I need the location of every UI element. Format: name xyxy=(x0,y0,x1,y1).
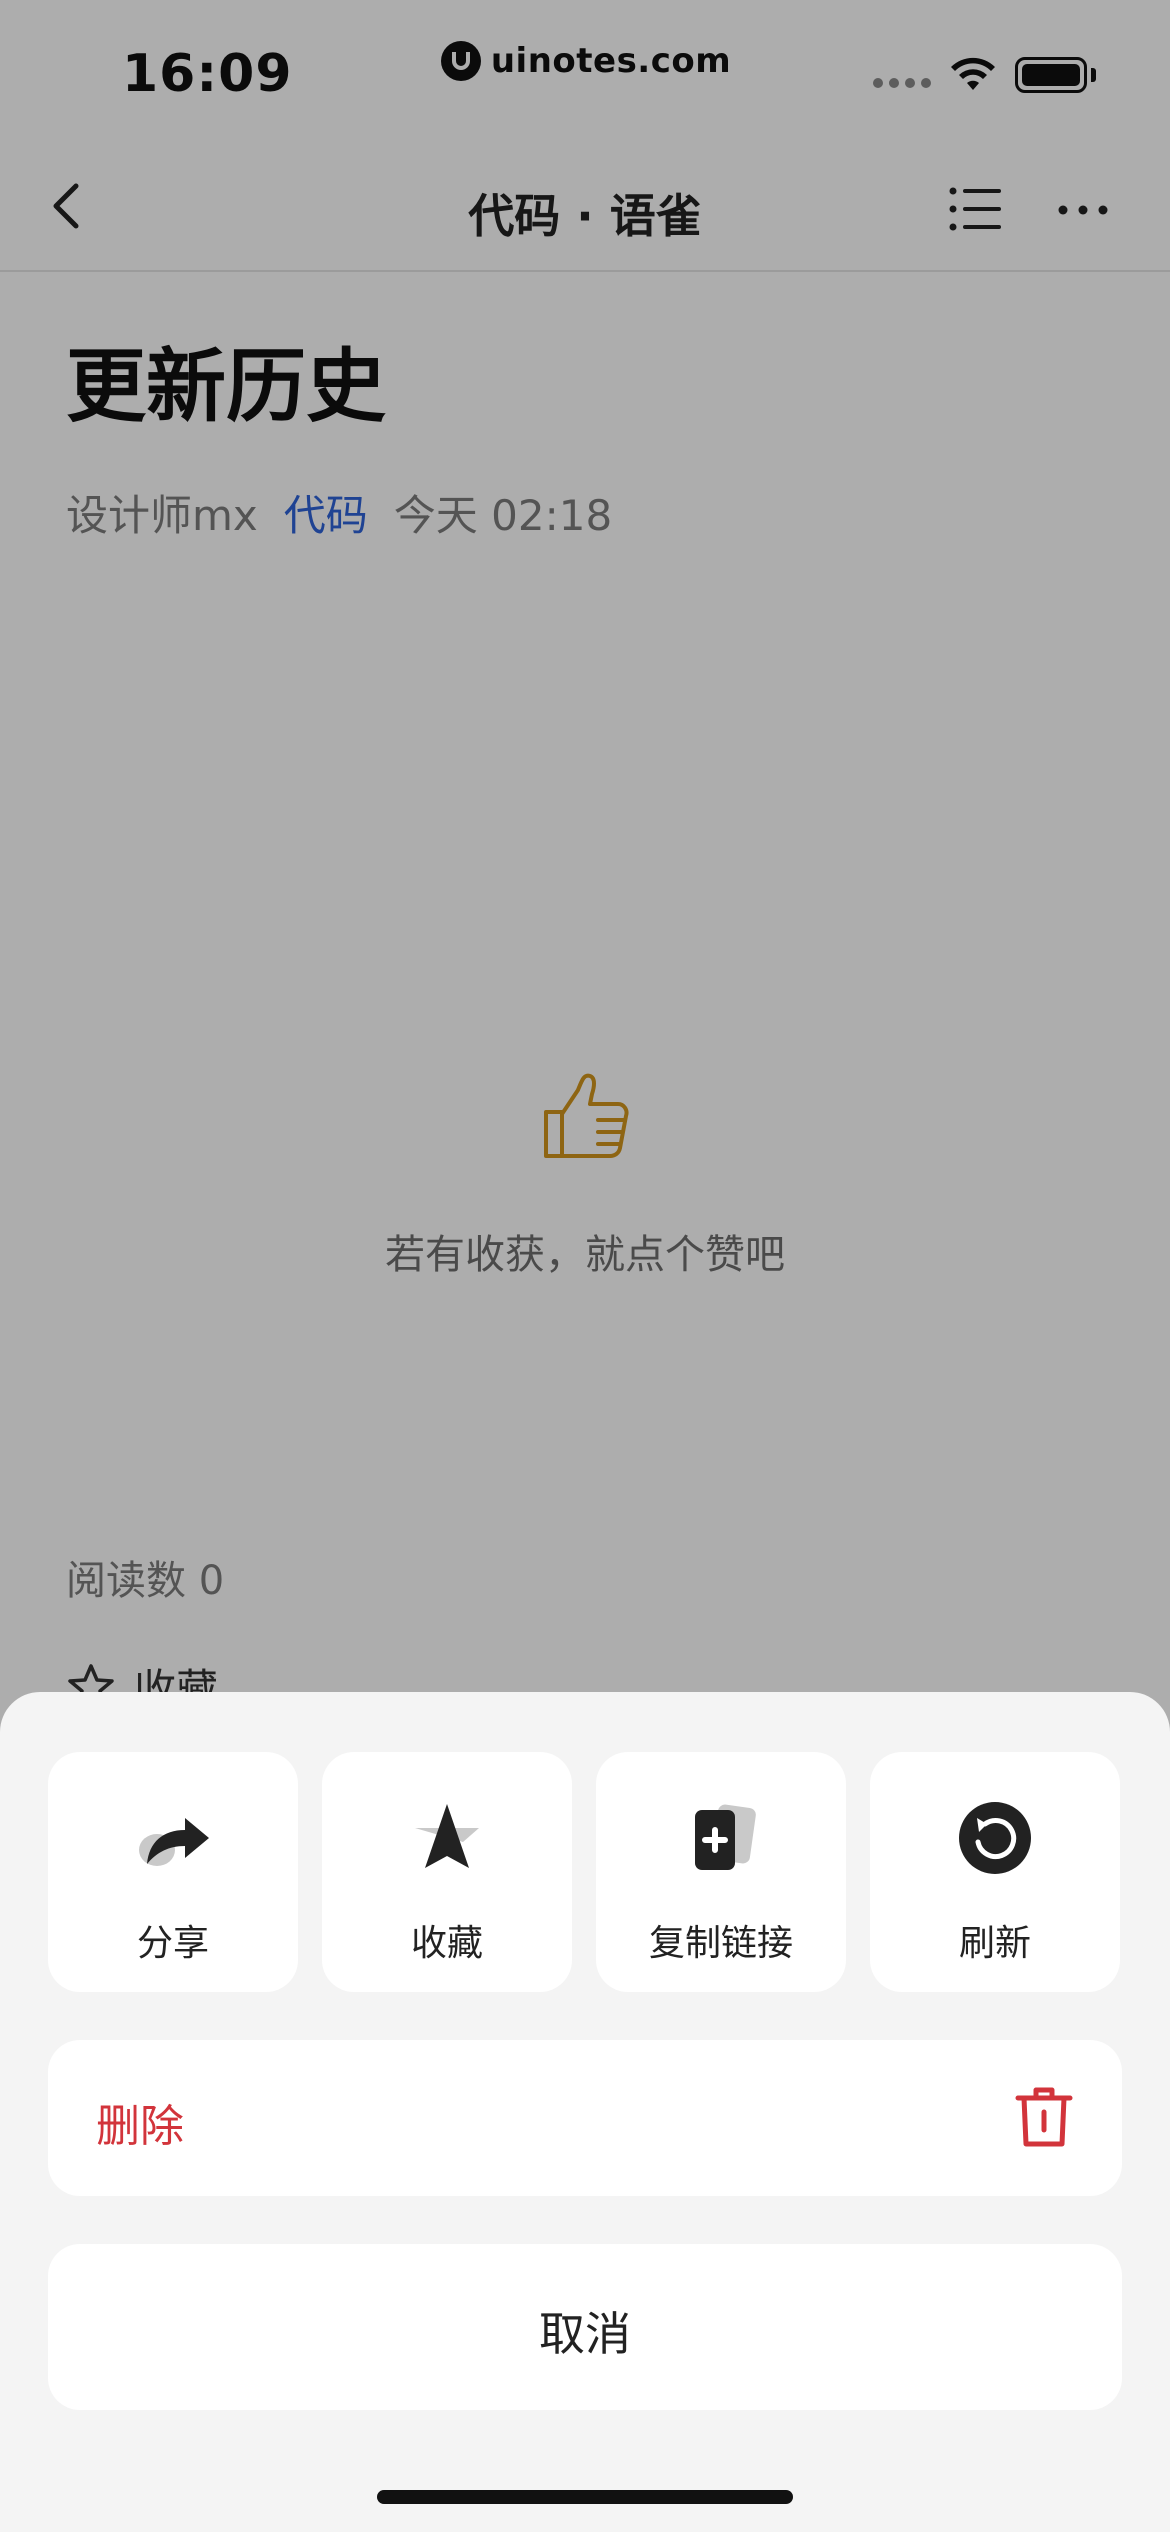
action-sheet: 分享 收藏 复制链接 刷新 删除 取消 xyxy=(0,1692,1170,2532)
favorite-button[interactable]: 收藏 xyxy=(322,1752,572,1992)
trash-icon xyxy=(1015,2087,1073,2147)
share-button[interactable]: 分享 xyxy=(48,1752,298,1992)
share-label: 分享 xyxy=(136,1923,209,1964)
cancel-label: 取消 xyxy=(539,2307,631,2361)
copy-link-label: 复制链接 xyxy=(648,1923,793,1964)
cancel-button[interactable]: 取消 xyxy=(48,2244,1122,2410)
delete-label: 删除 xyxy=(96,2101,184,2152)
delete-button[interactable]: 删除 xyxy=(48,2040,1122,2196)
refresh-icon xyxy=(959,1802,1031,1874)
action-grid: 分享 收藏 复制链接 刷新 xyxy=(48,1752,1120,1992)
copy-link-icon xyxy=(695,1804,756,1870)
home-indicator xyxy=(377,2490,793,2504)
refresh-label: 刷新 xyxy=(958,1923,1031,1964)
refresh-button[interactable]: 刷新 xyxy=(870,1752,1120,1992)
share-icon xyxy=(139,1818,209,1866)
copy-link-button[interactable]: 复制链接 xyxy=(596,1752,846,1992)
favorite-action-label: 收藏 xyxy=(410,1923,483,1964)
favorite-icon xyxy=(415,1804,479,1868)
